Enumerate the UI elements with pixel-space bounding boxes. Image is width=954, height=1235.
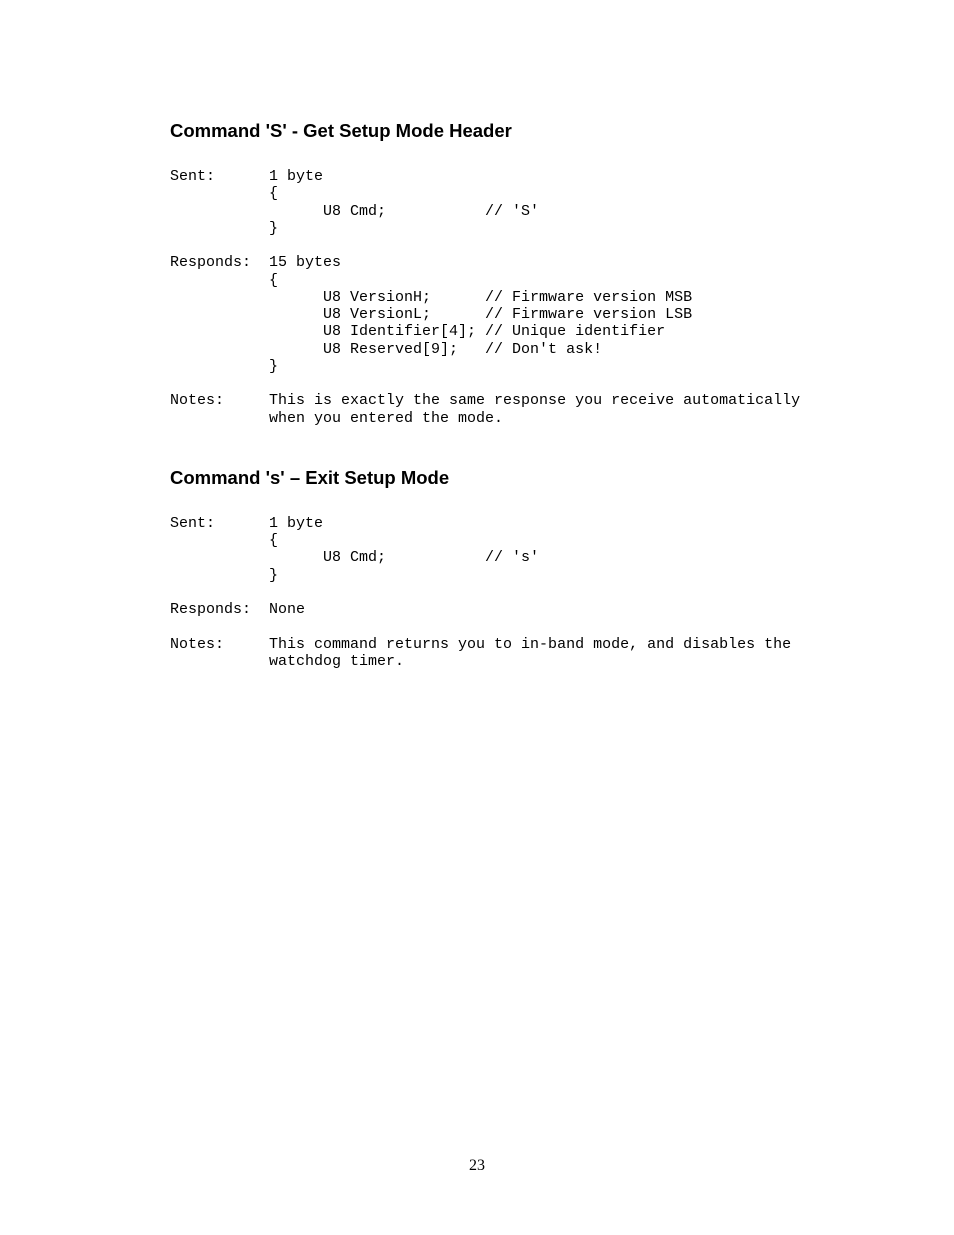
section-heading-2: Command 's' – Exit Setup Mode [170,467,789,489]
page-content: Command 'S' - Get Setup Mode Header Sent… [0,0,954,670]
code-block-1: Sent: 1 byte { U8 Cmd; // 'S' } Responds… [170,168,789,427]
code-block-2: Sent: 1 byte { U8 Cmd; // 's' } Responds… [170,515,789,670]
section-heading-1: Command 'S' - Get Setup Mode Header [170,120,789,142]
page-number: 23 [0,1157,954,1175]
